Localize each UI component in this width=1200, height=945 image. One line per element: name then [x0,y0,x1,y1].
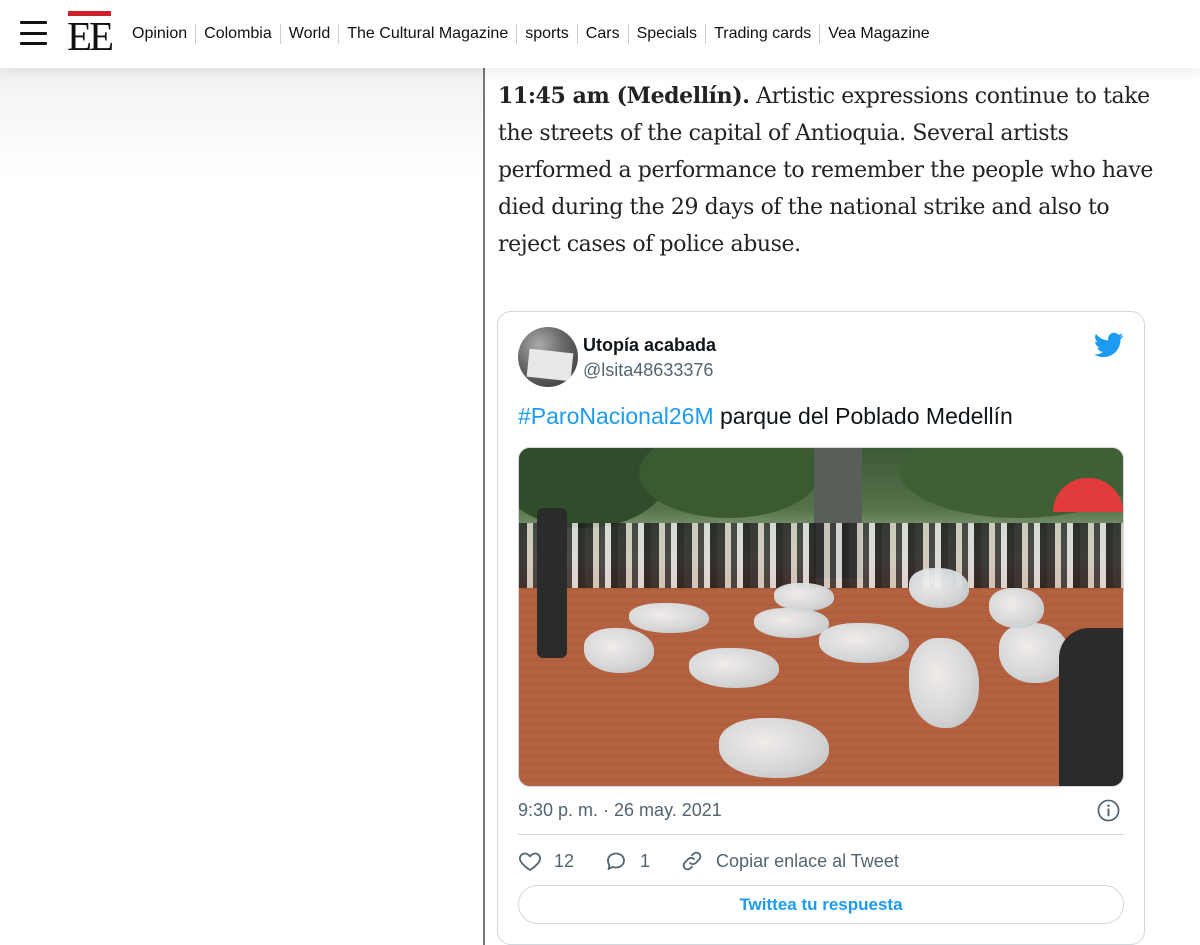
photo-figure [1059,628,1123,786]
link-icon [682,851,702,871]
article-body: Artistic expressions continue to take th… [498,84,1154,257]
photo-tree [639,448,819,518]
photo-body [719,718,829,778]
tweet-photo[interactable] [518,447,1124,787]
twitter-bird-icon[interactable] [1094,330,1124,360]
avatar-sign [526,348,574,382]
tweet-author-name[interactable]: Utopía acabada [583,335,716,356]
nav-cultural-magazine[interactable]: The Cultural Magazine [338,24,516,44]
tweet-hashtag[interactable]: #ParoNacional26M [518,403,714,429]
reply-button[interactable]: 1 [604,849,650,873]
tweet-actions: 12 1 Copiar enlace al Tweet [518,848,899,874]
copy-link-button[interactable]: Copiar enlace al Tweet [680,849,899,873]
reply-count: 1 [640,850,651,871]
photo-body [909,568,969,608]
photo-body [584,628,654,673]
nav-specials[interactable]: Specials [627,24,705,44]
photo-figure [537,508,567,658]
site-header: EE Opinion Colombia World The Cultural M… [0,0,1200,68]
main-nav: Opinion Colombia World The Cultural Maga… [124,0,938,68]
tweet-author-handle[interactable]: @lsita48633376 [583,360,713,381]
tweet-text: #ParoNacional26M parque del Poblado Mede… [518,403,1013,430]
site-logo[interactable]: EE [67,11,114,59]
nav-world[interactable]: World [279,24,339,44]
nav-sports[interactable]: sports [516,24,577,44]
embedded-tweet[interactable]: Utopía acabada @lsita48633376 #ParoNacio… [497,311,1145,945]
copy-link-label: Copiar enlace al Tweet [716,850,899,871]
tweet-text-body: parque del Poblado Medellín [713,403,1013,429]
reply-icon [607,852,625,870]
article-paragraph: 11:45 am (Medellín). Artistic expression… [498,78,1158,263]
nav-colombia[interactable]: Colombia [195,24,280,44]
menu-icon[interactable] [20,21,47,45]
photo-body [689,648,779,688]
photo-body [754,608,829,638]
photo-body [909,638,979,728]
photo-body [629,603,709,633]
nav-opinion[interactable]: Opinion [124,24,195,44]
tweet-divider [518,834,1124,835]
tweet-timestamp[interactable]: 9:30 p. m. · 26 may. 2021 [518,800,722,821]
nav-vea-magazine[interactable]: Vea Magazine [819,24,937,44]
heart-icon [519,852,541,871]
left-column-shade [0,68,483,178]
timeline-line [483,68,485,945]
photo-body [989,588,1044,628]
like-button[interactable]: 12 [518,849,574,873]
photo-body [819,623,909,663]
photo-crowd [519,523,1123,588]
tweet-reply-button[interactable]: Twittea tu respuesta [518,885,1124,924]
info-icon[interactable] [1097,799,1120,822]
logo-letters: EE [67,13,114,59]
photo-body [774,583,834,611]
nav-cars[interactable]: Cars [576,24,628,44]
like-count: 12 [554,850,575,871]
article-time-location: 11:45 am (Medellín). [498,83,750,109]
nav-trading-cards[interactable]: Trading cards [705,24,819,44]
avatar[interactable] [518,327,578,387]
